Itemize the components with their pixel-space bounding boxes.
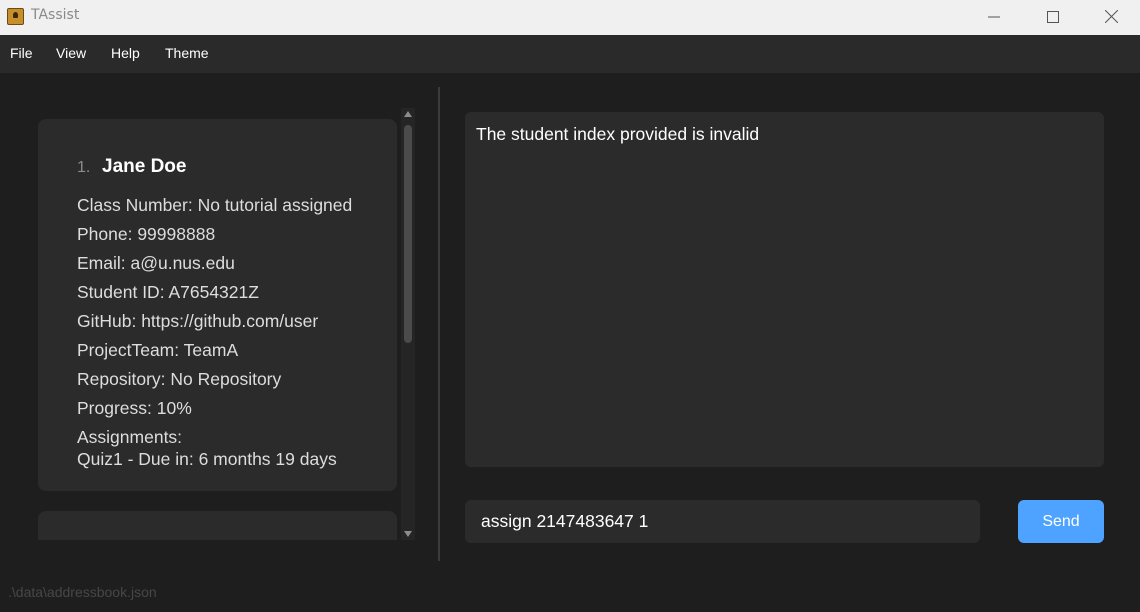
close-icon (1104, 10, 1118, 23)
list-scrollbar[interactable] (401, 108, 415, 540)
student-repository: Repository: No Repository (77, 369, 282, 389)
menu-help[interactable]: Help (111, 45, 140, 61)
scroll-up-icon[interactable] (404, 111, 412, 117)
student-assignment-item: Quiz1 - Due in: 6 months 19 days (77, 449, 337, 469)
menu-view[interactable]: View (56, 45, 86, 61)
student-card[interactable]: 1. Jane Doe Class Number: No tutorial as… (38, 119, 397, 491)
result-display: The student index provided is invalid (465, 112, 1104, 467)
minimize-button[interactable] (965, 0, 1023, 33)
split-divider[interactable] (438, 87, 440, 561)
menu-theme[interactable]: Theme (165, 45, 209, 61)
student-assignments-label: Assignments: (77, 427, 183, 447)
student-id: Student ID: A7654321Z (77, 282, 259, 302)
title-bar: TAssist (0, 0, 1140, 35)
student-index: 1. (77, 159, 91, 176)
student-card[interactable] (38, 511, 397, 540)
save-file-path: .\data\addressbook.json (8, 584, 157, 600)
menu-bar: File View Help Theme (0, 35, 1140, 73)
menu-file[interactable]: File (10, 45, 33, 61)
minimize-icon (988, 16, 1000, 17)
scroll-down-icon[interactable] (404, 531, 412, 537)
result-message: The student index provided is invalid (476, 124, 760, 144)
student-name: Jane Doe (102, 156, 187, 177)
command-input[interactable] (465, 500, 980, 543)
app-icon (7, 8, 24, 25)
scroll-thumb[interactable] (404, 125, 412, 343)
student-class-number: Class Number: No tutorial assigned (77, 195, 353, 215)
window-title: TAssist (31, 7, 80, 23)
maximize-button[interactable] (1024, 0, 1082, 33)
close-button[interactable] (1082, 0, 1140, 33)
student-phone: Phone: 99998888 (77, 224, 216, 244)
student-project-team: ProjectTeam: TeamA (77, 340, 239, 360)
student-github: GitHub: https://github.com/user (77, 311, 319, 331)
student-email: Email: a@u.nus.edu (77, 253, 235, 273)
student-progress: Progress: 10% (77, 398, 192, 418)
maximize-icon (1047, 10, 1059, 23)
student-list[interactable]: 1. Jane Doe Class Number: No tutorial as… (38, 108, 416, 540)
send-button[interactable]: Send (1018, 500, 1104, 543)
